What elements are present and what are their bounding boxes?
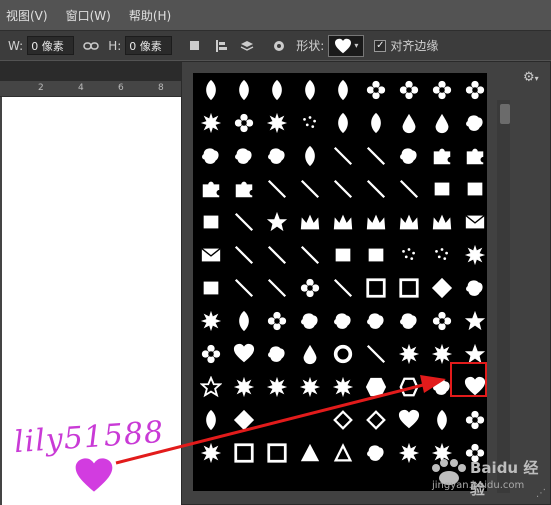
watermark-url: jingyan.baidu.com — [432, 480, 525, 491]
watermark-brand: Baidu 经验 — [470, 459, 539, 498]
signature-heart-icon — [75, 458, 113, 492]
